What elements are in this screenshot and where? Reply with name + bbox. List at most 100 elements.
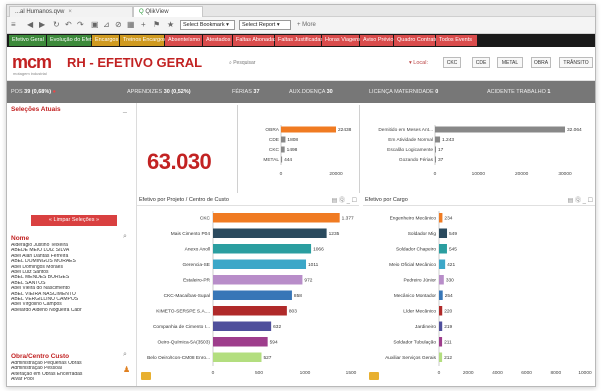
data-label: 549 (449, 231, 457, 237)
chart-tools-icon[interactable]: ▤ Ⓠ _ ☐ (568, 195, 593, 204)
bar (213, 244, 312, 254)
bookmark-select-label: Select Bookmark (183, 22, 225, 28)
sheet-tab[interactable]: Faltas Abonadas (233, 35, 277, 46)
search-icon[interactable]: ⌕ (123, 233, 127, 241)
location-cde[interactable]: CDE (472, 57, 490, 68)
filter-icon[interactable]: ⊿ (103, 20, 110, 30)
pin-icon[interactable]: ⚑ (153, 20, 160, 30)
location-transito[interactable]: TRÂNSITO (559, 57, 593, 68)
data-label: 1066 (313, 247, 324, 253)
category-label: Auxiliar Serviços Gerais (385, 355, 437, 361)
redo-icon[interactable]: ↷ (77, 20, 84, 30)
sheet-tab[interactable]: Absenteísmo (165, 35, 203, 46)
minimize-icon[interactable]: _ (123, 106, 127, 113)
report-select[interactable]: Select Report ▾ (239, 20, 291, 30)
location-metal[interactable]: METAL (497, 57, 523, 68)
kpi-label: LICENÇA MATERNIDADE (369, 89, 434, 95)
bar-label: Gozando Férias (399, 157, 434, 163)
tick-label: 4000 (492, 370, 503, 376)
report-select-label: Select Report (242, 22, 276, 28)
bar-label: Demitido em Meses Ant... (378, 127, 433, 133)
browser-tab-file[interactable]: ...al Humanos.qvw × (9, 6, 133, 17)
kpi-pos: POS 39 (0,68%) ● (11, 89, 56, 95)
sheet-tab[interactable]: Treinos Encargos (120, 35, 166, 46)
table-icon[interactable]: ▦ (127, 20, 135, 30)
search-icon[interactable]: ⌕ (123, 351, 127, 359)
sheet-tab[interactable]: Atestados (203, 35, 233, 46)
sheet-tab[interactable]: Efetivo Geral (9, 35, 47, 46)
export-icon[interactable] (141, 372, 151, 380)
search-box[interactable]: ⌕ Pesquisar (229, 60, 255, 66)
clear-selections-button[interactable]: « Limpar Seleções » (31, 215, 117, 226)
list-item[interactable]: Alvar Pool (11, 377, 121, 382)
kpi-licenca: LICENÇA MATERNIDADE 0 (369, 89, 438, 95)
star-icon[interactable]: ★ (167, 20, 174, 30)
sheet-tab[interactable]: Encargos (92, 35, 120, 46)
sheet-tab[interactable]: Aviso Prévio (360, 35, 394, 46)
clear-icon[interactable]: ⊘ (115, 20, 122, 30)
bar-label: Em Atividade Normal (388, 137, 433, 143)
location-ckc[interactable]: CKC (443, 57, 461, 68)
obra-list: Administração Pequenas Obras Administraçã… (11, 361, 121, 383)
sheet-tab[interactable]: Horas Viagens (322, 35, 361, 46)
category-label: CKC-Macaíbas-Supal (164, 293, 210, 299)
tick-label: 0 (212, 370, 215, 376)
reload-icon[interactable]: ↻ (53, 20, 60, 30)
category-label: Soldador Mig (408, 231, 437, 237)
data-label: 858 (294, 293, 302, 299)
bar (439, 337, 443, 347)
chart-tools-icon[interactable]: ▤ Ⓠ _ ☐ (332, 195, 357, 204)
sheet-tab[interactable]: Quadro Contrato (394, 35, 438, 46)
project-bar-chart: CKC 1.377 Mais Cimento P04 1235 Anexo Anoll 1… (147, 211, 357, 376)
selections-title: Seleções Atuais (11, 106, 61, 113)
kpi-value: 39 (0,68%) (24, 89, 52, 95)
bar (435, 156, 436, 163)
data-label: 421 (447, 262, 455, 268)
close-icon[interactable]: × (68, 9, 72, 15)
data-label: 527 (263, 355, 271, 361)
category-label: Meio Oficial Mecânico (389, 262, 436, 268)
location-label-text: Local: (413, 60, 428, 66)
list-item[interactable]: Abelardo Aldeno Nogueira Cabr (11, 308, 131, 313)
export-icon[interactable] (369, 372, 379, 380)
project-chart-panel: Efetivo por Projeto / Centro de Custo ▤ … (137, 195, 359, 385)
left-panel: Seleções Atuais _ « Limpar Seleções » No… (7, 103, 137, 386)
logo-subtitle: motagem industrial (13, 71, 47, 76)
data-label: 254 (445, 293, 453, 299)
bar (439, 228, 448, 238)
menu-icon[interactable]: ≡ (11, 20, 16, 30)
sheet-tab[interactable]: Todos Events (436, 35, 478, 46)
data-label: 220 (444, 309, 452, 315)
name-list: Alderagio Justino Teixeira ABEDE MEIO LUI… (11, 243, 131, 313)
more-link[interactable]: + More (297, 20, 316, 30)
bar (439, 244, 447, 254)
location-obra[interactable]: OBRA (531, 57, 551, 68)
sheet-tab[interactable]: Evolução do Efetivo (47, 35, 99, 46)
forward-icon[interactable]: ▶ (39, 20, 45, 30)
bar (439, 213, 443, 223)
data-label: 972 (304, 278, 312, 284)
bar (439, 352, 443, 362)
category-label: Estaleiro-PR (183, 278, 210, 284)
category-label: KIMETO-SERSPE S.A.... (156, 309, 210, 315)
project-chart-title: Efetivo por Projeto / Centro de Custo (137, 195, 359, 206)
category-label: Líder Mecânico (403, 309, 436, 315)
category-label: Engenheiro Mecânico (390, 216, 437, 222)
lock-icon[interactable]: ▣ (91, 20, 99, 30)
search-placeholder: Pesquisar (233, 60, 256, 66)
category-label: Pedreiro Júnior (403, 278, 436, 284)
data-label: 1011 (308, 262, 319, 268)
kpi-value: 0 (435, 89, 439, 95)
browser-tab-qlikview[interactable]: Q QlikView (133, 6, 203, 17)
sheet-tab[interactable]: Faltas Justificadas (275, 35, 323, 46)
tick-label: 2000 (463, 370, 474, 376)
bar-value: 1808 (287, 137, 298, 143)
back-icon[interactable]: ◀ (27, 20, 33, 30)
data-label: 803 (289, 309, 297, 315)
undo-icon[interactable]: ↶ (65, 20, 72, 30)
bar (435, 136, 441, 143)
add-icon[interactable]: + (141, 20, 146, 30)
bar (213, 213, 340, 223)
bookmark-select[interactable]: Select Bookmark ▾ (180, 20, 235, 30)
category-label: Oeiro-Química-5A(3503) (157, 340, 210, 346)
